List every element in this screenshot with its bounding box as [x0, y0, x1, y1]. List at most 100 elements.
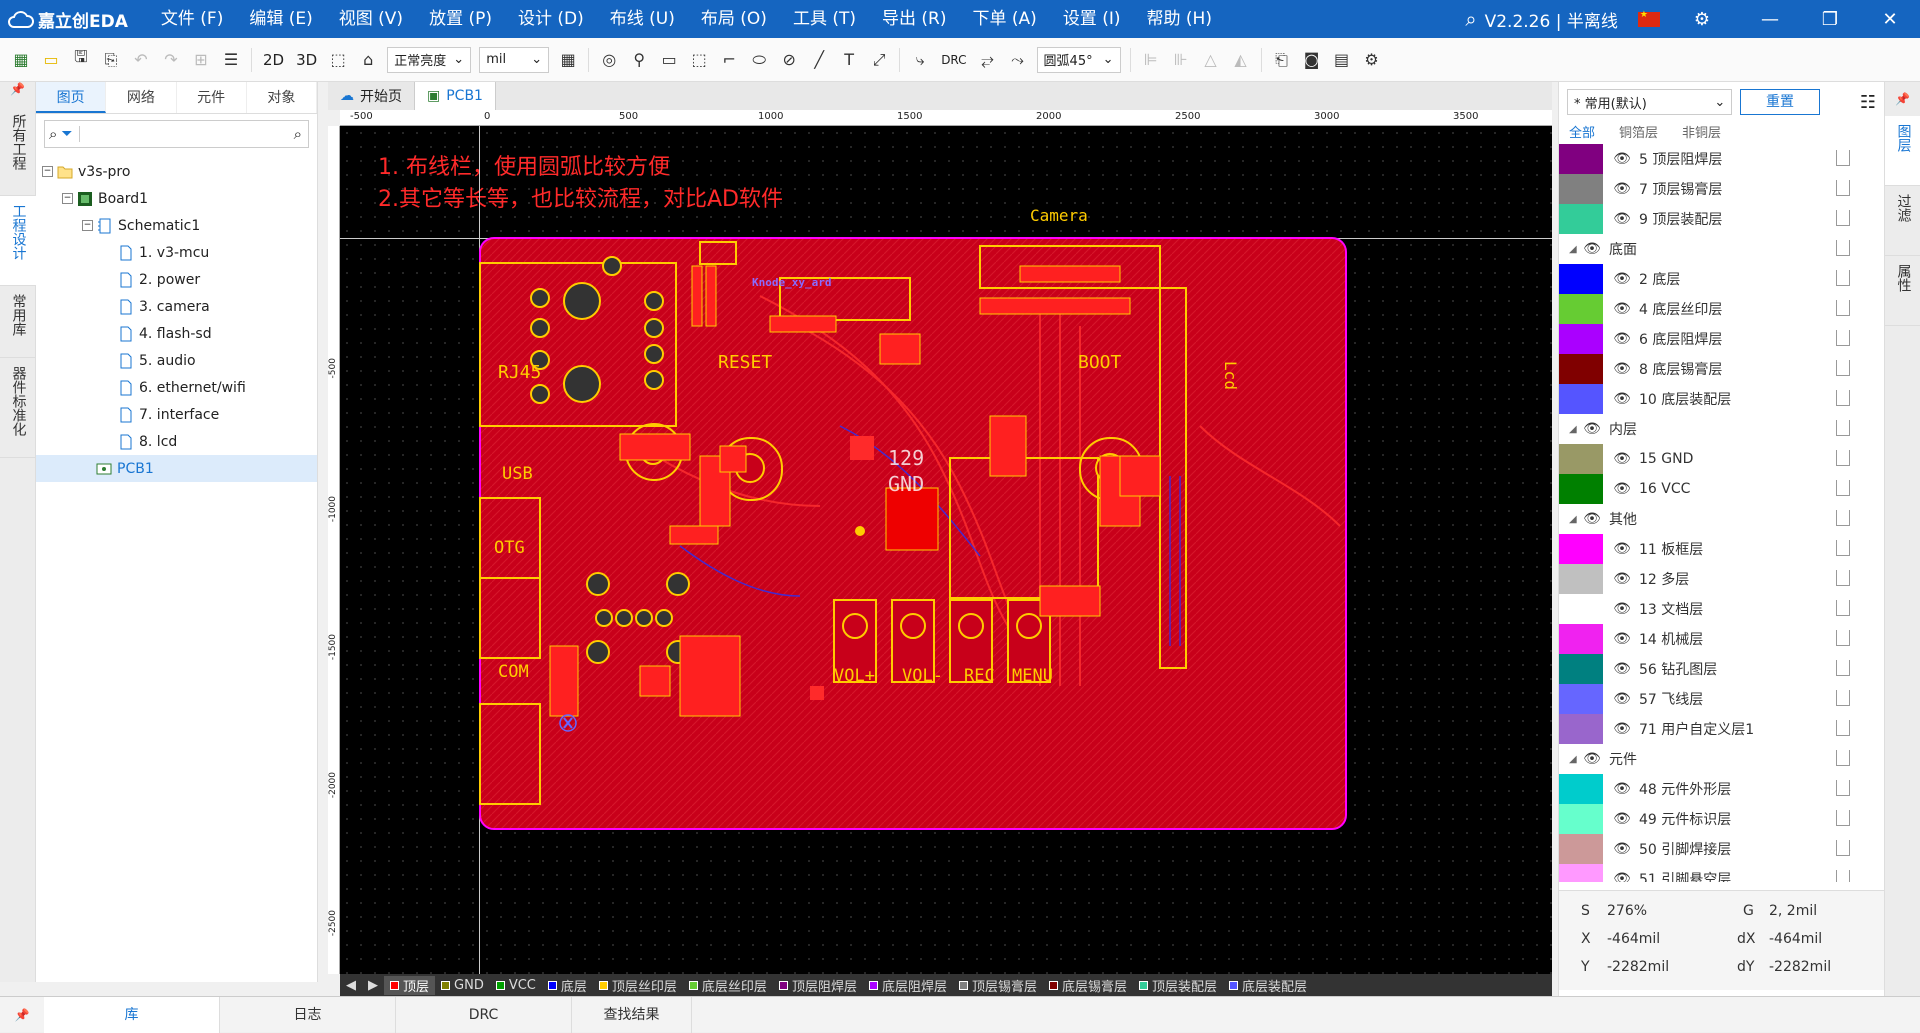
via-icon[interactable]: ◎	[594, 45, 624, 75]
route-icon[interactable]: ⤷	[905, 45, 935, 75]
layer-color-swatch[interactable]	[1559, 384, 1603, 414]
layer-color-swatch[interactable]	[1559, 474, 1603, 504]
brightness-select[interactable]: 正常亮度 ⌄	[387, 46, 472, 73]
lock-icon[interactable]	[1836, 210, 1850, 226]
layer-row[interactable]: 👁 11 板框层	[1559, 534, 1884, 564]
tree-node-sheet[interactable]: 8. lcd	[36, 428, 317, 455]
measure-icon[interactable]: ⤢	[864, 45, 894, 75]
tab-pcb1[interactable]: ▣ PCB1	[415, 82, 496, 110]
filter-icon[interactable]: ⏷	[61, 126, 80, 142]
flip-icon[interactable]: ◭	[1226, 45, 1256, 75]
layer-color-swatch[interactable]	[1559, 684, 1603, 714]
tab-device-standard[interactable]: 器件标准化	[0, 358, 36, 458]
eye-icon[interactable]: 👁	[1613, 811, 1631, 827]
tab-project-design[interactable]: 工程设计	[0, 196, 36, 286]
tab-copper-layers[interactable]: 铜箔层	[1619, 122, 1658, 144]
layer-color-swatch[interactable]	[1559, 324, 1603, 354]
tab-find-results[interactable]: 查找结果	[572, 996, 692, 1033]
tab-log[interactable]: 日志	[220, 996, 396, 1033]
eye-icon[interactable]: 👁	[1613, 331, 1631, 347]
tree-node-schematic[interactable]: − Schematic1	[36, 212, 317, 239]
menu-settings[interactable]: 设置 (I)	[1050, 0, 1134, 38]
restore-icon[interactable]: ❐	[1800, 9, 1860, 30]
tab-all-layers[interactable]: 全部	[1569, 122, 1595, 144]
menu-design[interactable]: 设计 (D)	[505, 0, 597, 38]
lock-icon[interactable]	[1836, 180, 1850, 196]
layer-row[interactable]: 👁 12 多层	[1559, 564, 1884, 594]
layer-color-swatch[interactable]	[1559, 624, 1603, 654]
tree-node-sheet[interactable]: 6. ethernet/wifi	[36, 374, 317, 401]
eye-icon[interactable]: 👁	[1613, 451, 1631, 467]
layer-row[interactable]: 👁 51 引脚悬空层	[1559, 864, 1884, 882]
layer-color-swatch[interactable]	[1559, 204, 1603, 234]
eye-icon[interactable]: 👁	[1613, 841, 1631, 857]
distribute-icon[interactable]: ⊪	[1166, 45, 1196, 75]
layer-color-swatch[interactable]	[1559, 834, 1603, 864]
layer-tab[interactable]: 顶层丝印层	[593, 976, 683, 995]
lock-icon[interactable]	[1836, 360, 1850, 376]
layer-row[interactable]: 👁 14 机械层	[1559, 624, 1884, 654]
layer-row[interactable]: 👁 9 顶层装配层	[1559, 204, 1884, 234]
text-icon[interactable]: T	[834, 45, 864, 75]
scroll-left-icon[interactable]: ◀	[340, 978, 362, 993]
line-icon[interactable]: ╱	[804, 45, 834, 75]
layer-color-swatch[interactable]	[1559, 654, 1603, 684]
pin-icon[interactable]: ⚲	[624, 45, 654, 75]
eye-icon[interactable]: 👁	[1613, 271, 1631, 287]
menu-order[interactable]: 下单 (A)	[960, 0, 1050, 38]
layer-color-swatch[interactable]	[1559, 444, 1603, 474]
menu-tools[interactable]: 工具 (T)	[780, 0, 869, 38]
layer-color-swatch[interactable]	[1559, 534, 1603, 564]
layer-color-swatch[interactable]	[1559, 264, 1603, 294]
collapse-icon[interactable]: ◢	[1569, 424, 1583, 435]
pin-icon[interactable]: 📌	[0, 82, 35, 106]
layer-color-swatch[interactable]	[1559, 354, 1603, 384]
minimize-icon[interactable]: —	[1740, 9, 1800, 30]
layer-color-swatch[interactable]	[1559, 594, 1603, 624]
layer-row[interactable]: 👁 13 文档层	[1559, 594, 1884, 624]
layer-tab[interactable]: 底层锡膏层	[1043, 976, 1133, 995]
lock-icon[interactable]	[1836, 540, 1850, 556]
redo-icon[interactable]: ↷	[156, 45, 186, 75]
eye-icon[interactable]: 👁	[1613, 301, 1631, 317]
region-icon[interactable]: ⬚	[684, 45, 714, 75]
layer-row[interactable]: 👁 49 元件标识层	[1559, 804, 1884, 834]
unit-select[interactable]: mil ⌄	[479, 46, 550, 73]
eye-icon[interactable]: 👁	[1583, 421, 1601, 437]
eye-icon[interactable]: 👁	[1583, 241, 1601, 257]
layer-row[interactable]: 👁 57 飞线层	[1559, 684, 1884, 714]
tree-node-board[interactable]: − Board1	[36, 185, 317, 212]
eye-icon[interactable]: 👁	[1613, 631, 1631, 647]
eye-icon[interactable]: 👁	[1583, 511, 1601, 527]
open-folder-icon[interactable]: ▭	[36, 45, 66, 75]
lock-icon[interactable]	[1836, 720, 1850, 736]
layer-group-row[interactable]: ◢ 👁 底面	[1559, 234, 1884, 264]
lock-icon[interactable]	[1836, 150, 1850, 166]
eye-icon[interactable]: 👁	[1613, 181, 1631, 197]
layer-color-swatch[interactable]	[1559, 864, 1603, 882]
tab-filter[interactable]: 过滤	[1885, 186, 1920, 256]
bom-icon[interactable]: ▤	[1327, 45, 1357, 75]
lock-icon[interactable]	[1836, 840, 1850, 856]
menu-route[interactable]: 布线 (U)	[597, 0, 688, 38]
layer-row[interactable]: 👁 15 GND	[1559, 444, 1884, 474]
tree-node-sheet[interactable]: 5. audio	[36, 347, 317, 374]
layer-tab[interactable]: VCC	[490, 978, 542, 993]
no-icon[interactable]: ⊘	[774, 45, 804, 75]
search-icon[interactable]: ⌕	[1465, 7, 1476, 31]
menu-view[interactable]: 视图 (V)	[326, 0, 416, 38]
layer-row[interactable]: 👁 71 用户自定义层1	[1559, 714, 1884, 744]
collapse-icon[interactable]: −	[62, 193, 73, 204]
layer-group-row[interactable]: ◢ 👁 元件	[1559, 744, 1884, 774]
layer-group-row[interactable]: ◢ 👁 其他	[1559, 504, 1884, 534]
layer-tab[interactable]: 顶层阻焊层	[773, 976, 863, 995]
tab-common-lib[interactable]: 常用库	[0, 286, 36, 358]
polygon-icon[interactable]: ⌐	[714, 45, 744, 75]
scroll-right-icon[interactable]: ▶	[362, 978, 384, 993]
tab-properties[interactable]: 属性	[1885, 256, 1920, 326]
layer-tab[interactable]: 顶层锡膏层	[953, 976, 1043, 995]
grid-align-icon[interactable]: ⊞	[186, 45, 216, 75]
tree-node-project[interactable]: − v3s-pro	[36, 158, 317, 185]
lock-icon[interactable]	[1836, 780, 1850, 796]
eye-icon[interactable]: 👁	[1613, 691, 1631, 707]
